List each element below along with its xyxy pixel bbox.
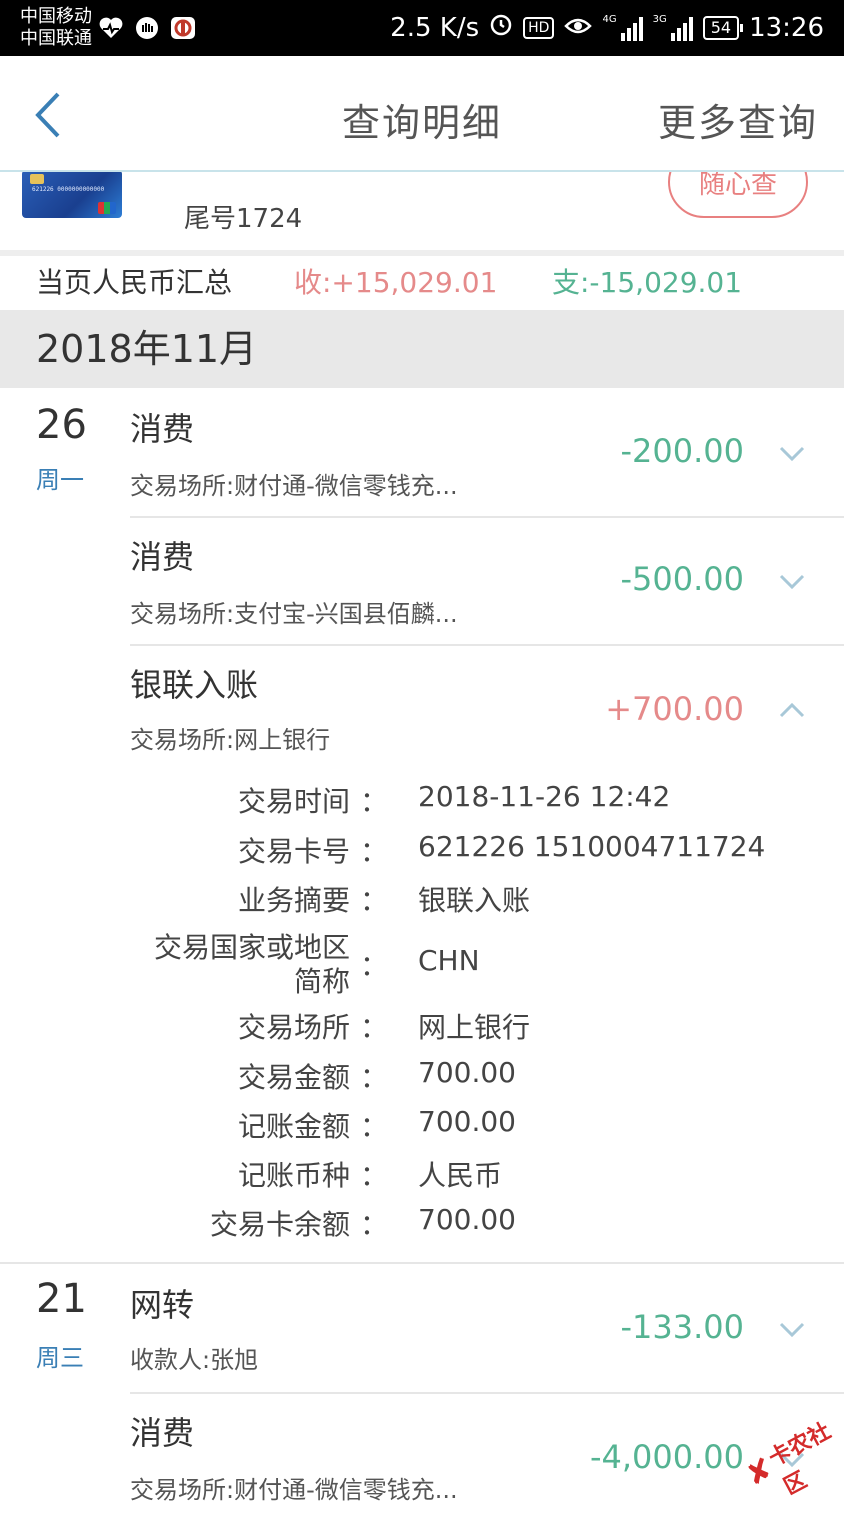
transaction-type: 网转 — [130, 1286, 195, 1324]
chevron-down-icon[interactable] — [778, 572, 806, 592]
eye-icon — [564, 13, 593, 43]
navigation-bar: 查询明细 更多查询 — [0, 56, 844, 172]
detail-colon: ： — [360, 884, 389, 917]
random-query-button[interactable]: 随心查 — [668, 172, 808, 218]
chevron-down-icon[interactable] — [778, 1320, 806, 1340]
summary-income: 收:+15,029.01 — [294, 266, 498, 299]
card-tail-number: 尾号1724 — [184, 204, 303, 234]
more-query-button[interactable]: 更多查询 — [658, 92, 818, 147]
detail-value: 网上银行 — [418, 1011, 531, 1044]
chevron-down-icon[interactable] — [778, 444, 806, 464]
detail-label: 交易卡余额 — [209, 1208, 350, 1241]
transaction-amount: +700.00 — [605, 690, 744, 728]
detail-value: 人民币 — [418, 1159, 503, 1192]
alarm-icon — [489, 12, 513, 43]
transaction-weekday: 周一 — [36, 466, 84, 494]
detail-label: 业务摘要 — [237, 884, 350, 917]
transaction-place: 交易场所:支付宝-兴国县佰麟... — [130, 600, 458, 628]
detail-label: 交易金额 — [237, 1061, 350, 1094]
carrier-labels: 中国移动 中国联通 — [20, 6, 92, 50]
transaction-type: 消费 — [130, 538, 195, 576]
signal-3g-icon: 3G — [653, 14, 693, 41]
detail-colon: ： — [360, 1011, 389, 1044]
battery-icon: 54 — [702, 15, 744, 40]
transaction-weekday: 周三 — [36, 1344, 84, 1372]
detail-label: 交易卡号 — [237, 835, 350, 868]
network-speed: 2.5 K/s — [390, 12, 480, 43]
chevron-up-icon[interactable] — [778, 700, 806, 720]
detail-colon: ： — [360, 1110, 389, 1143]
transaction-type: 消费 — [130, 410, 195, 448]
transaction-place: 交易场所:财付通-微信零钱充... — [130, 472, 458, 500]
detail-colon: ： — [360, 1208, 389, 1241]
transaction-item[interactable]: 21 周三 网转 收款人:张旭 -133.00 — [0, 1264, 844, 1392]
transaction-day: 26 — [36, 402, 87, 448]
detail-label: 记账币种 — [237, 1159, 350, 1192]
detail-value: 700.00 — [418, 1105, 516, 1138]
heart-rate-icon — [98, 16, 124, 40]
unionpay-logo — [98, 202, 116, 214]
transaction-item[interactable]: 26 周一 消费 交易场所:财付通-微信零钱充... -200.00 — [0, 388, 844, 516]
detail-value: 2018-11-26 12:42 — [418, 780, 671, 813]
detail-value: 700.00 — [418, 1056, 516, 1089]
transaction-place: 交易场所:网上银行 — [130, 726, 331, 754]
month-header: 2018年11月 — [0, 310, 844, 388]
detail-colon: ： — [360, 785, 389, 818]
hd-icon: HD — [523, 16, 555, 39]
detail-row: 交易国家或地区 简称 ： CHN — [0, 926, 844, 998]
carrier-2: 中国联通 — [20, 28, 92, 49]
detail-label: 记账金额 — [237, 1110, 350, 1143]
transaction-amount: -200.00 — [620, 432, 744, 470]
bank-card-image: 621226 0000000000000 — [22, 172, 122, 218]
status-right: 2.5 K/s HD 4G 3G 54 13:26 — [390, 12, 824, 43]
clock: 13:26 — [749, 12, 824, 43]
summary-expense: 支:-15,029.01 — [552, 266, 743, 299]
detail-colon: ： — [360, 949, 389, 982]
transaction-type: 银联入账 — [130, 666, 259, 704]
summary-row: 当页人民币汇总 收:+15,029.01 支:-15,029.01 — [0, 256, 844, 310]
transaction-amount: -4,000.00 — [589, 1438, 744, 1476]
detail-value: 银联入账 — [418, 884, 531, 917]
detail-label-cont: 简称 — [293, 965, 350, 998]
detail-colon: ： — [360, 1159, 389, 1192]
detail-value: CHN — [418, 944, 480, 977]
transaction-type: 消费 — [130, 1414, 195, 1452]
transaction-item[interactable]: 消费 交易场所:支付宝-兴国县佰麟... -500.00 — [0, 518, 844, 646]
detail-value: 621226 1510004711724 — [418, 830, 766, 863]
detail-colon: ： — [360, 1061, 389, 1094]
card-chip — [30, 174, 44, 184]
detail-colon: ： — [360, 835, 389, 868]
transaction-day: 21 — [36, 1276, 87, 1322]
status-bar: 中国移动 中国联通 2.5 K/s HD 4G 3G 54 13:26 — [0, 0, 844, 56]
card-info: 621226 0000000000000 尾号1724 随心查 — [0, 172, 844, 250]
detail-value: 700.00 — [418, 1203, 516, 1236]
detail-label: 交易时间 — [237, 785, 350, 818]
card-number-print: 621226 0000000000000 — [32, 186, 105, 193]
transaction-item-expanded[interactable]: 银联入账 交易场所:网上银行 +700.00 — [0, 646, 844, 756]
transaction-amount: -133.00 — [620, 1308, 744, 1346]
detail-label: 交易场所 — [237, 1011, 350, 1044]
signal-4g-icon: 4G — [602, 14, 643, 41]
hand-stop-icon — [134, 16, 160, 40]
carrier-1: 中国移动 — [20, 6, 92, 27]
notification-icons — [98, 16, 196, 40]
bank-logo-icon — [170, 16, 196, 40]
summary-label: 当页人民币汇总 — [36, 266, 233, 299]
transaction-item[interactable]: 消费 交易场所:财付通-微信零钱充... -4,000.00 — [0, 1394, 844, 1504]
transaction-place: 收款人:张旭 — [130, 1346, 259, 1374]
transaction-amount: -500.00 — [620, 560, 744, 598]
